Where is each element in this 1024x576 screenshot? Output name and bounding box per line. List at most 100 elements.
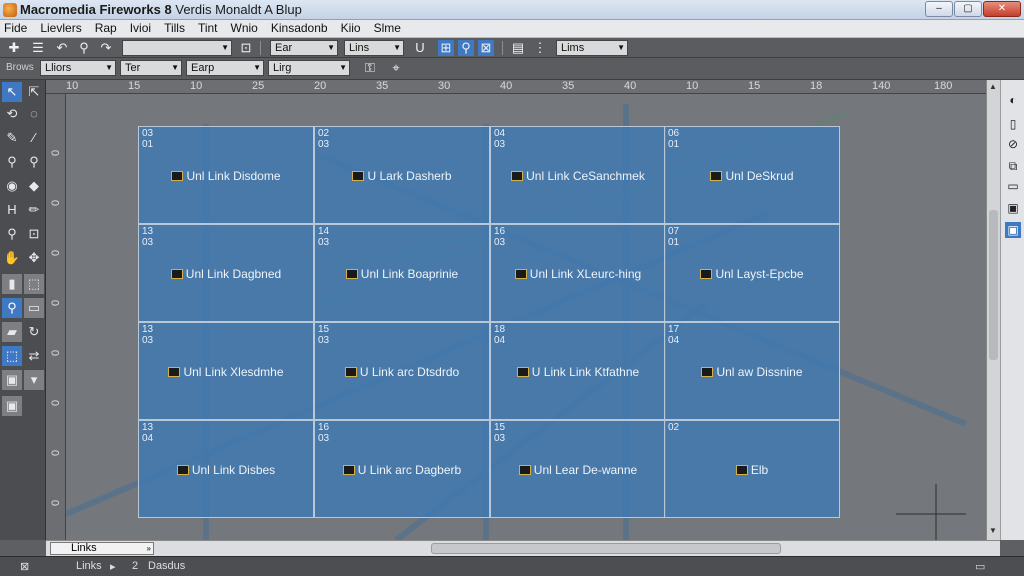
slice-cell[interactable]: 04 03 Unl Link CeSanchmek [490, 126, 666, 224]
slice-icon[interactable]: ⬚ [24, 274, 44, 294]
ruler-tick: 25 [252, 80, 265, 92]
play-icon[interactable]: ▸ [110, 560, 116, 573]
align-icon[interactable]: ▤ [510, 40, 526, 56]
font-dropdown[interactable]: Ear ▼ [270, 40, 338, 56]
slice-cell[interactable]: 17 04 Unl aw Dissnine [664, 322, 840, 420]
list-icon[interactable]: ☰ [30, 40, 46, 56]
menu-item[interactable]: Kinsadonb [271, 20, 328, 37]
slice-cell[interactable]: 03 01 Unl Link Disdome [138, 126, 314, 224]
crop-icon[interactable]: ⊡ [24, 224, 44, 244]
move-icon[interactable]: ✥ [24, 248, 44, 268]
slice-cell[interactable]: 18 04 U Link Link Ktfathne [490, 322, 666, 420]
earp-dropdown[interactable]: Earp ▼ [186, 60, 264, 76]
slice-cell[interactable]: 15 03 Unl Lear De-wanne [490, 420, 666, 518]
main-toolbar: ✚ ☰ ↶ ⚲ ↷ ▼ ⊡ Ear ▼ Lins ▼ U ⊞ ⚲ ⊠ ▤ ⋮ Lim… [0, 38, 1024, 58]
slice-cell[interactable]: 16 03 Unl Link XLeurc-hing [490, 224, 666, 322]
menu-item[interactable]: Tills [164, 20, 185, 37]
pencil-icon[interactable]: ✏ [24, 200, 44, 220]
ruler-tick: 0 [50, 399, 62, 406]
slice-cell[interactable]: 13 04 Unl Link Disbes [138, 420, 314, 518]
vertical-scrollbar[interactable]: ▲ ▼ [986, 80, 1000, 540]
menu-item[interactable]: Slme [374, 20, 401, 37]
stroke-icon[interactable]: ▰ [2, 322, 22, 342]
maximize-button[interactable]: ▢ [954, 1, 982, 17]
menu-item[interactable]: Fide [4, 20, 27, 37]
frame-icon[interactable]: ⊡ [238, 40, 254, 56]
lliors-dropdown[interactable]: Lliors ▼ [40, 60, 116, 76]
menu-item[interactable]: Kiio [341, 20, 361, 37]
links-dropdown[interactable]: Lims ▼ [556, 40, 628, 56]
search-icon[interactable]: ⚲ [76, 40, 92, 56]
zoom-icon[interactable]: ⚲ [24, 152, 44, 172]
slice-cell[interactable]: 16 03 U Link arc Dagberb [314, 420, 490, 518]
fill-color-icon[interactable]: ▣ [2, 370, 22, 390]
scroll-down-icon[interactable]: ▼ [989, 526, 997, 535]
eye-icon[interactable]: ◉ [2, 176, 22, 196]
slice-cell[interactable]: 07 01 Unl Layst-Epcbe [664, 224, 840, 322]
horizontal-scrollbar[interactable]: Links» [46, 540, 1000, 556]
zoom-icon[interactable]: ⚲ [458, 40, 474, 56]
minimize-button[interactable]: – [925, 1, 953, 17]
menu-item[interactable]: Lievlers [40, 20, 81, 37]
style-dropdown[interactable]: ▼ [122, 40, 232, 56]
scroll-thumb[interactable] [989, 210, 998, 360]
brush-icon[interactable]: ⁄ [24, 128, 44, 148]
cancel-icon[interactable]: ⊘ [1005, 136, 1021, 152]
lasso-icon[interactable]: ◌ [24, 104, 44, 124]
slice-cell[interactable]: 13 03 Unl Link Xlesdmhe [138, 322, 314, 420]
transform-icon[interactable]: ⟲ [2, 104, 22, 124]
document-icon[interactable]: ▯ [1005, 116, 1021, 132]
menu-item[interactable]: Tint [198, 20, 218, 37]
pointer-icon[interactable]: ↖ [2, 82, 22, 102]
eraser-icon[interactable]: ⚲ [2, 224, 22, 244]
active-panel-icon[interactable]: ▣ [1005, 222, 1021, 238]
slice-cell[interactable]: 02 03 U Lark Dasherb [314, 126, 490, 224]
distribute-icon[interactable]: ⋮ [532, 40, 548, 56]
lock-icon[interactable]: ⚿ [362, 60, 378, 76]
text-icon[interactable]: U [412, 40, 428, 56]
lirg-dropdown[interactable]: Lirg ▼ [268, 60, 350, 76]
refresh-icon[interactable]: ↻ [24, 322, 44, 342]
slice-tool-icon[interactable]: ⚲ [2, 298, 22, 318]
hotspot-icon[interactable]: H [2, 200, 22, 220]
lines-dropdown[interactable]: Lins ▼ [344, 40, 404, 56]
crop-icon[interactable]: ⊠ [478, 40, 494, 56]
slice-label: Unl DeSkrud [665, 169, 839, 183]
redo-icon[interactable]: ↷ [98, 40, 114, 56]
scroll-up-icon[interactable]: ▲ [989, 82, 997, 91]
slice-cell[interactable]: 02 Elb [664, 420, 840, 518]
slice-cell[interactable]: 13 03 Unl Link Dagbned [138, 224, 314, 322]
color-swatch-icon[interactable]: ▮ [2, 274, 22, 294]
selection-icon[interactable]: ⬚ [2, 346, 22, 366]
frames-dropdown[interactable]: Links» [50, 542, 154, 555]
ter-dropdown[interactable]: Ter ▼ [120, 60, 182, 76]
new-icon[interactable]: ✚ [6, 40, 22, 56]
select-icon[interactable]: ⊞ [438, 40, 454, 56]
status-bar: ⊠ Links ▸ 2 Dasdus ▭ [0, 556, 1024, 576]
slice-cell[interactable]: 14 03 Unl Link Boaprinie [314, 224, 490, 322]
layers-icon[interactable]: ⧉ [1005, 158, 1021, 174]
close-button[interactable]: ✕ [983, 1, 1021, 17]
h-scroll-thumb[interactable] [431, 543, 781, 554]
pin-icon[interactable]: ⌖ [388, 60, 404, 76]
slice-cell[interactable]: 06 01 Unl DeSkrud [664, 126, 840, 224]
ruler-tick: 10 [190, 80, 203, 92]
preview-icon[interactable]: ▣ [2, 396, 22, 416]
menu-item[interactable]: Ivioi [130, 20, 151, 37]
info-icon[interactable]: ◐ [1005, 92, 1021, 108]
hand-icon[interactable]: ✋ [2, 248, 22, 268]
swap-icon[interactable]: ⇄ [24, 346, 44, 366]
magic-wand-icon[interactable]: ✎ [2, 128, 22, 148]
subselect-icon[interactable]: ⇱ [24, 82, 44, 102]
document-canvas[interactable]: 03 01 Unl Link Disdome 02 03 U Lark Dasher… [66, 94, 986, 540]
dropdown-icon[interactable]: ▾ [24, 370, 44, 390]
frames-icon[interactable]: ▭ [1005, 178, 1021, 194]
paint-bucket-icon[interactable]: ◆ [24, 176, 44, 196]
menu-item[interactable]: Wnio [231, 20, 258, 37]
eyedropper-icon[interactable]: ⚲ [2, 152, 22, 172]
slice-cell[interactable]: 15 03 U Link arc Dtsdrdo [314, 322, 490, 420]
undo-icon[interactable]: ↶ [54, 40, 70, 56]
menu-item[interactable]: Rap [95, 20, 117, 37]
panel-icon[interactable]: ▣ [1005, 200, 1021, 216]
fill-icon[interactable]: ▭ [24, 298, 44, 318]
